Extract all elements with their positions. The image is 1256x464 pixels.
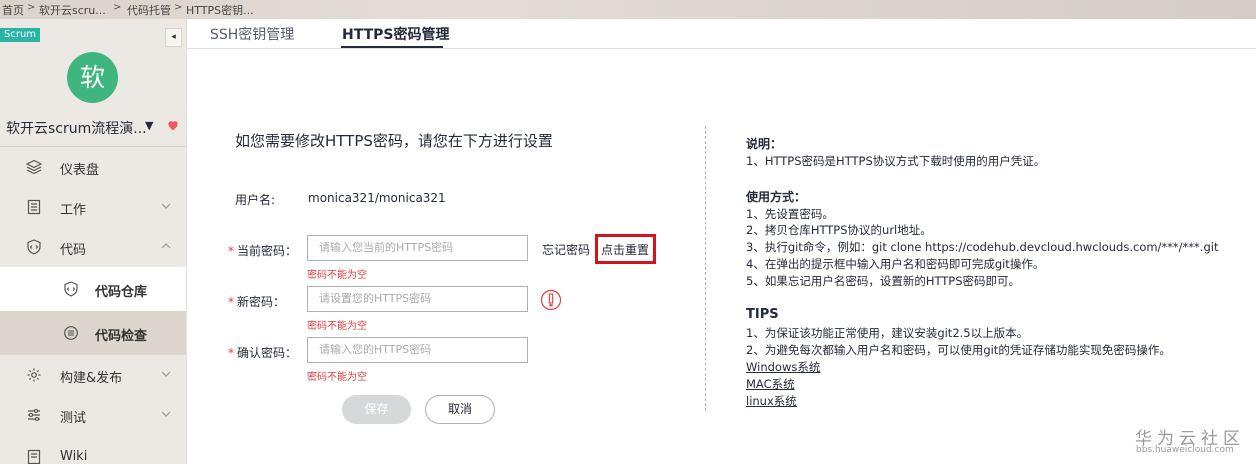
code-repo-icon — [64, 281, 78, 297]
tab-ssh-keys[interactable]: SSH密钥管理 — [210, 24, 294, 44]
breadcrumb-code-hosting[interactable]: 代码托管 — [127, 2, 171, 18]
sidebar-item-label: 工作 — [60, 203, 87, 218]
new-password-error: 密码不能为空 — [307, 321, 367, 332]
new-password-label: * 新密码： — [228, 293, 285, 310]
confirm-password-error: 密码不能为空 — [307, 372, 367, 383]
form-title: 如您需要修改HTTPS密码，请您在下方进行设置 — [235, 132, 553, 150]
chevron-up-icon — [161, 243, 171, 249]
reset-password-link[interactable]: 点击重置 — [601, 241, 649, 258]
sidebar-item-label: 测试 — [60, 411, 87, 426]
current-password-input[interactable]: 请输入您当前的HTTPS密码 — [307, 235, 528, 261]
code-check-icon — [64, 326, 78, 340]
sidebar-item-label: 代码仓库 — [95, 285, 148, 300]
current-password-label-text: 当前密码： — [237, 244, 298, 258]
chevron-down-icon — [161, 411, 171, 417]
document-list-icon — [27, 199, 41, 215]
mac-link[interactable]: MAC系统 — [746, 376, 795, 392]
sidebar-item-label: 构建&发布 — [60, 371, 123, 386]
linux-link[interactable]: linux系统 — [746, 393, 797, 409]
main-divider — [186, 19, 187, 464]
current-password-error: 密码不能为空 — [307, 270, 367, 281]
help-usage-line: 3、执行git命令，例如：git clone https://codehub.d… — [746, 240, 1219, 254]
help-tips-line: 2、为避免每次都输入用户名和密码，可以使用git的凭证存储功能实现免密码操作。 — [746, 343, 1171, 357]
save-button[interactable]: 保存 — [342, 395, 411, 424]
breadcrumb-home[interactable]: 首页 — [2, 2, 24, 18]
sliders-icon — [28, 408, 40, 422]
username-value: monica321/monica321 — [308, 191, 446, 205]
tab-https-password[interactable]: HTTPS密码管理 — [342, 24, 449, 44]
help-desc-title: 说明： — [746, 137, 783, 151]
confirm-password-input[interactable]: 请输入您的HTTPS密码 — [307, 337, 528, 363]
project-dropdown-icon[interactable]: ▼ — [145, 119, 153, 132]
sidebar-item-label: 仪表盘 — [60, 163, 100, 178]
sidebar-item-label: 代码 — [60, 243, 87, 258]
tab-bar-border — [187, 48, 1256, 49]
help-usage-title: 使用方式： — [746, 190, 807, 204]
scrum-tag: Scrum — [0, 28, 41, 42]
required-mark: * — [228, 244, 234, 258]
project-name[interactable]: 软开云scrum流程演... — [6, 118, 147, 138]
help-usage-line: 2、拷贝仓库HTTPS协议的url地址。 — [746, 223, 932, 237]
confirm-password-label: * 确认密码： — [228, 344, 297, 361]
watermark-url: bbs.huaweicloud.com — [1136, 445, 1234, 455]
sidebar-item-code-check[interactable]: 代码检查 — [0, 311, 186, 355]
windows-link[interactable]: Windows系统 — [746, 359, 820, 375]
heart-icon[interactable] — [166, 118, 180, 132]
layers-icon — [26, 159, 42, 175]
breadcrumb-project[interactable]: 软开云scru... — [39, 2, 106, 18]
sidebar-item-label: 代码检查 — [95, 329, 148, 344]
wiki-book-icon — [27, 449, 41, 464]
sidebar-item-work[interactable]: 工作 — [0, 187, 186, 227]
breadcrumb-separator: > — [113, 2, 122, 13]
code-shield-icon — [27, 239, 41, 255]
warning-icon — [540, 289, 562, 311]
sidebar: Scrum ◂ 软 软开云scrum流程演... ▼ 仪表盘 工作 代码 代码仓… — [0, 19, 186, 464]
sidebar-item-wiki[interactable]: Wiki — [0, 437, 186, 464]
tab-bar: SSH密钥管理 HTTPS密码管理 — [187, 19, 1256, 49]
cancel-button[interactable]: 取消 — [425, 395, 495, 424]
collapse-sidebar-icon[interactable]: ◂ — [165, 28, 182, 47]
current-password-label: * 当前密码： — [228, 242, 297, 259]
chevron-down-icon — [161, 203, 171, 209]
project-avatar: 软 — [67, 52, 118, 103]
help-usage-line: 1、先设置密码。 — [746, 207, 834, 221]
vertical-separator — [705, 126, 706, 411]
breadcrumb-separator: > — [174, 2, 183, 13]
required-mark: * — [228, 295, 234, 309]
sidebar-item-test[interactable]: 测试 — [0, 395, 186, 435]
help-usage-line: 4、在弹出的提示框中输入用户名和密码即可完成git操作。 — [746, 257, 1045, 271]
help-usage-line: 5、如果忘记用户名密码，设置新的HTTPS密码即可。 — [746, 274, 1021, 288]
required-mark: * — [228, 346, 234, 360]
chevron-down-icon — [161, 371, 171, 377]
help-tips-title: TIPS — [746, 307, 779, 322]
sidebar-item-code[interactable]: 代码 — [0, 227, 186, 267]
username-label: 用户名: — [235, 193, 276, 207]
new-password-label-text: 新密码： — [237, 295, 286, 309]
new-password-input[interactable]: 请设置您的HTTPS密码 — [307, 286, 528, 312]
sidebar-item-code-repo[interactable]: 代码仓库 — [0, 267, 186, 311]
gear-icon — [27, 368, 41, 382]
confirm-password-label-text: 确认密码： — [237, 346, 298, 360]
breadcrumb: 首页 > 软开云scru... > 代码托管 > HTTPS密钥... — [0, 0, 1256, 19]
sidebar-item-build-release[interactable]: 构建&发布 — [0, 355, 186, 395]
help-desc-line: 1、HTTPS密码是HTTPS协议方式下载时使用的用户凭证。 — [746, 154, 1046, 168]
help-tips-line: 1、为保证该功能正常使用，建议安装git2.5以上版本。 — [746, 326, 1029, 340]
sidebar-item-dashboard[interactable]: 仪表盘 — [0, 147, 186, 187]
breadcrumb-separator: > — [27, 2, 36, 13]
sidebar-item-label: Wiki — [60, 449, 88, 464]
forgot-password-text: 忘记密码 — [542, 243, 591, 257]
breadcrumb-current: HTTPS密钥... — [186, 4, 254, 17]
